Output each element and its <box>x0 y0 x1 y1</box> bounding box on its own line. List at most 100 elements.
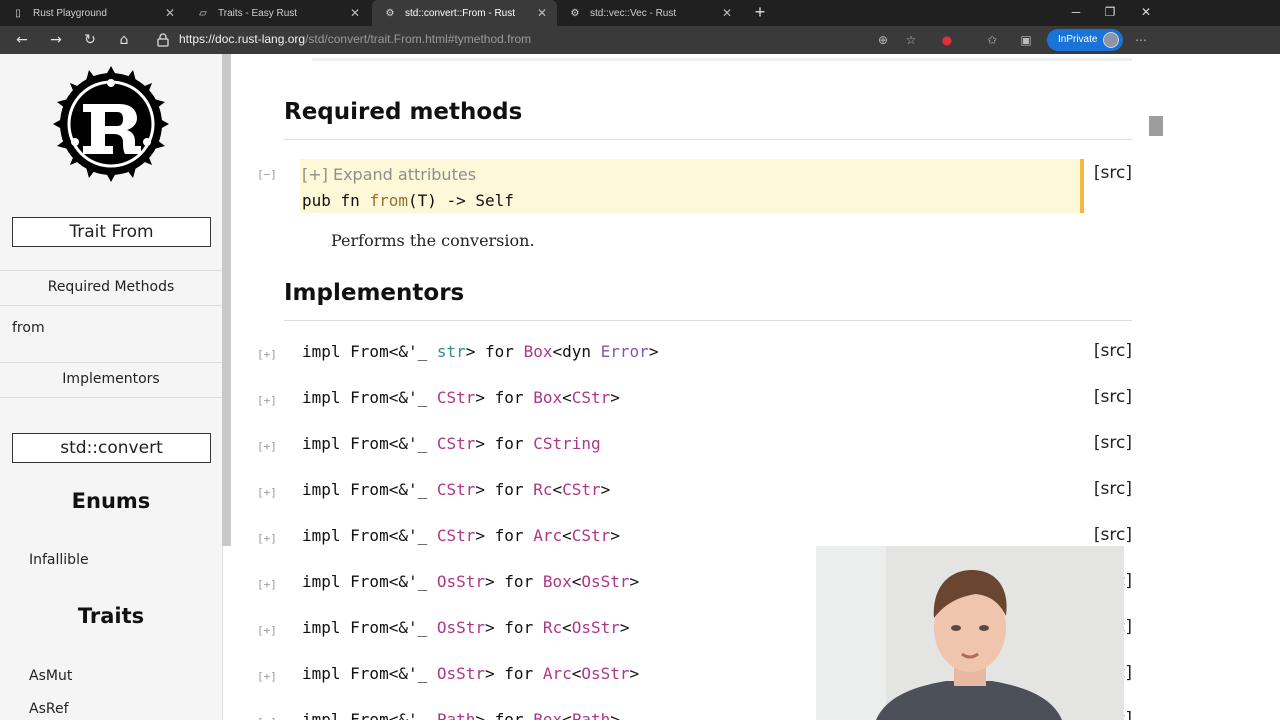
src-link[interactable]: [src] <box>1094 479 1132 499</box>
new-tab-button[interactable]: + <box>750 2 770 22</box>
type-link[interactable]: OsStr <box>437 664 485 683</box>
close-icon[interactable]: ✕ <box>350 6 360 20</box>
type-link[interactable]: Path <box>572 710 611 720</box>
code-text: < <box>562 526 572 545</box>
expand-toggle[interactable]: [+] <box>257 348 277 361</box>
rust-logo-icon[interactable] <box>53 66 169 182</box>
code-text: impl From<&'_ <box>302 480 437 499</box>
type-link[interactable]: CStr <box>437 434 476 453</box>
sidebar-item-required-methods[interactable]: Required Methods <box>0 279 222 295</box>
divider <box>284 139 1132 140</box>
code-text: > for <box>465 342 524 361</box>
collections-icon[interactable]: ▣ <box>1017 32 1035 48</box>
close-icon[interactable]: ✕ <box>165 6 175 20</box>
page-scrollbar[interactable] <box>1148 54 1164 720</box>
type-link[interactable]: Error <box>601 342 649 361</box>
sidebar-traits-heading: Traits <box>77 604 145 628</box>
type-link[interactable]: Rc <box>533 480 552 499</box>
type-link[interactable]: CStr <box>572 388 611 407</box>
expand-toggle[interactable]: [+] <box>257 670 277 683</box>
src-link[interactable]: [src] <box>1094 387 1132 407</box>
expand-attributes-toggle[interactable]: [+] Expand attributes <box>302 165 476 184</box>
expand-toggle[interactable]: [+] <box>257 578 277 591</box>
back-icon[interactable]: ← <box>11 30 33 50</box>
sidebar-trait-title[interactable]: Trait From <box>12 217 211 247</box>
type-link[interactable]: CStr <box>437 480 476 499</box>
type-link[interactable]: CStr <box>437 388 476 407</box>
sidebar-item-asref[interactable]: AsRef <box>29 701 69 717</box>
type-link[interactable]: Box <box>533 388 562 407</box>
inprivate-badge[interactable]: InPrivate <box>1047 29 1123 51</box>
src-link[interactable]: [src] <box>1094 525 1132 545</box>
collapse-toggle[interactable]: [−] <box>257 168 277 181</box>
type-link[interactable]: OsStr <box>581 572 629 591</box>
type-link[interactable]: CStr <box>572 526 611 545</box>
method-name-link[interactable]: from <box>369 191 408 210</box>
tab-std-vec[interactable]: ⚙ std::vec::Vec - Rust ✕ <box>557 0 742 26</box>
tab-std-convert-from[interactable]: ⚙ std::convert::From - Rust ✕ <box>372 0 557 26</box>
implementor-row: impl From<&'_ OsStr> for Box<OsStr> <box>302 572 639 591</box>
type-link[interactable]: OsStr <box>581 664 629 683</box>
maximize-icon[interactable]: ❐ <box>1092 0 1128 24</box>
url-input[interactable]: https://doc.rust-lang.org/std/convert/tr… <box>179 32 531 46</box>
expand-toggle[interactable]: [+] <box>257 624 277 637</box>
sidebar-item-infallible[interactable]: Infallible <box>29 552 89 568</box>
sidebar-scrollbar[interactable] <box>222 54 231 546</box>
tab-rust-playground[interactable]: ▯ Rust Playground ✕ <box>0 0 185 26</box>
type-link[interactable]: CString <box>533 434 600 453</box>
type-link[interactable]: CStr <box>562 480 601 499</box>
expand-toggle[interactable]: [+] <box>257 532 277 545</box>
code-text: > for <box>475 710 534 720</box>
required-methods-heading: Required methods <box>284 99 523 125</box>
expand-toggle[interactable]: [+] <box>257 394 277 407</box>
refresh-icon[interactable]: ↻ <box>79 30 101 50</box>
extension-icon[interactable]: ● <box>938 32 956 48</box>
type-link[interactable]: Box <box>543 572 572 591</box>
type-link[interactable]: str <box>437 342 466 361</box>
favorites-icon[interactable]: ✩ <box>983 32 1001 48</box>
sidebar-module-link[interactable]: std::convert <box>12 433 211 463</box>
more-menu-icon[interactable]: ⋯ <box>1132 32 1150 48</box>
type-link[interactable]: Arc <box>533 526 562 545</box>
tab-title: std::convert::From - Rust <box>405 7 516 19</box>
code-text: impl From<&'_ <box>302 664 437 683</box>
sidebar-item-implementors[interactable]: Implementors <box>0 371 222 387</box>
close-icon[interactable]: ✕ <box>722 6 732 20</box>
sidebar-item-asmut[interactable]: AsMut <box>29 668 72 684</box>
type-link[interactable]: OsStr <box>437 572 485 591</box>
tab-title: Rust Playground <box>33 7 107 19</box>
src-link[interactable]: [src] <box>1094 163 1132 183</box>
tab-title: std::vec::Vec - Rust <box>590 7 677 19</box>
implementors-heading: Implementors <box>284 280 465 306</box>
type-link[interactable]: OsStr <box>437 618 485 637</box>
minimize-icon[interactable]: ─ <box>1058 0 1094 24</box>
type-link[interactable]: Box <box>524 342 553 361</box>
expand-toggle[interactable]: [+] <box>257 486 277 499</box>
type-link[interactable]: Arc <box>543 664 572 683</box>
close-icon[interactable]: ✕ <box>537 6 547 20</box>
code-text: > <box>619 618 630 637</box>
src-link[interactable]: [src] <box>1094 433 1132 453</box>
type-link[interactable]: Rc <box>543 618 562 637</box>
type-link[interactable]: Box <box>533 710 562 720</box>
url-host: https://doc.rust-lang.org <box>179 32 306 46</box>
zoom-icon[interactable]: ⊕ <box>874 32 892 48</box>
sidebar-item-from[interactable]: from <box>12 320 45 336</box>
expand-toggle[interactable]: [+] <box>257 440 277 453</box>
home-icon[interactable]: ⌂ <box>113 30 135 50</box>
type-link[interactable]: OsStr <box>572 618 620 637</box>
rust-gear-icon: ⚙ <box>570 7 580 19</box>
type-link[interactable]: Path <box>437 710 476 720</box>
src-link[interactable]: [src] <box>1094 341 1132 361</box>
expand-toggle[interactable]: [+] <box>257 716 277 720</box>
method-from-declaration: [+] Expand attributes pub fn from(T) -> … <box>300 159 1084 213</box>
page-scrollbar-thumb[interactable] <box>1149 116 1163 136</box>
forward-icon[interactable]: → <box>45 30 67 50</box>
tab-easy-rust[interactable]: ▱ Traits - Easy Rust ✕ <box>185 0 370 26</box>
implementor-row: impl From<&'_ CStr> for Arc<CStr> <box>302 526 620 545</box>
type-link[interactable]: CStr <box>437 526 476 545</box>
lock-icon[interactable] <box>156 33 170 47</box>
code-text: impl From<&'_ <box>302 710 437 720</box>
window-close-icon[interactable]: ✕ <box>1128 0 1164 24</box>
favorite-star-icon[interactable]: ☆ <box>902 32 920 48</box>
